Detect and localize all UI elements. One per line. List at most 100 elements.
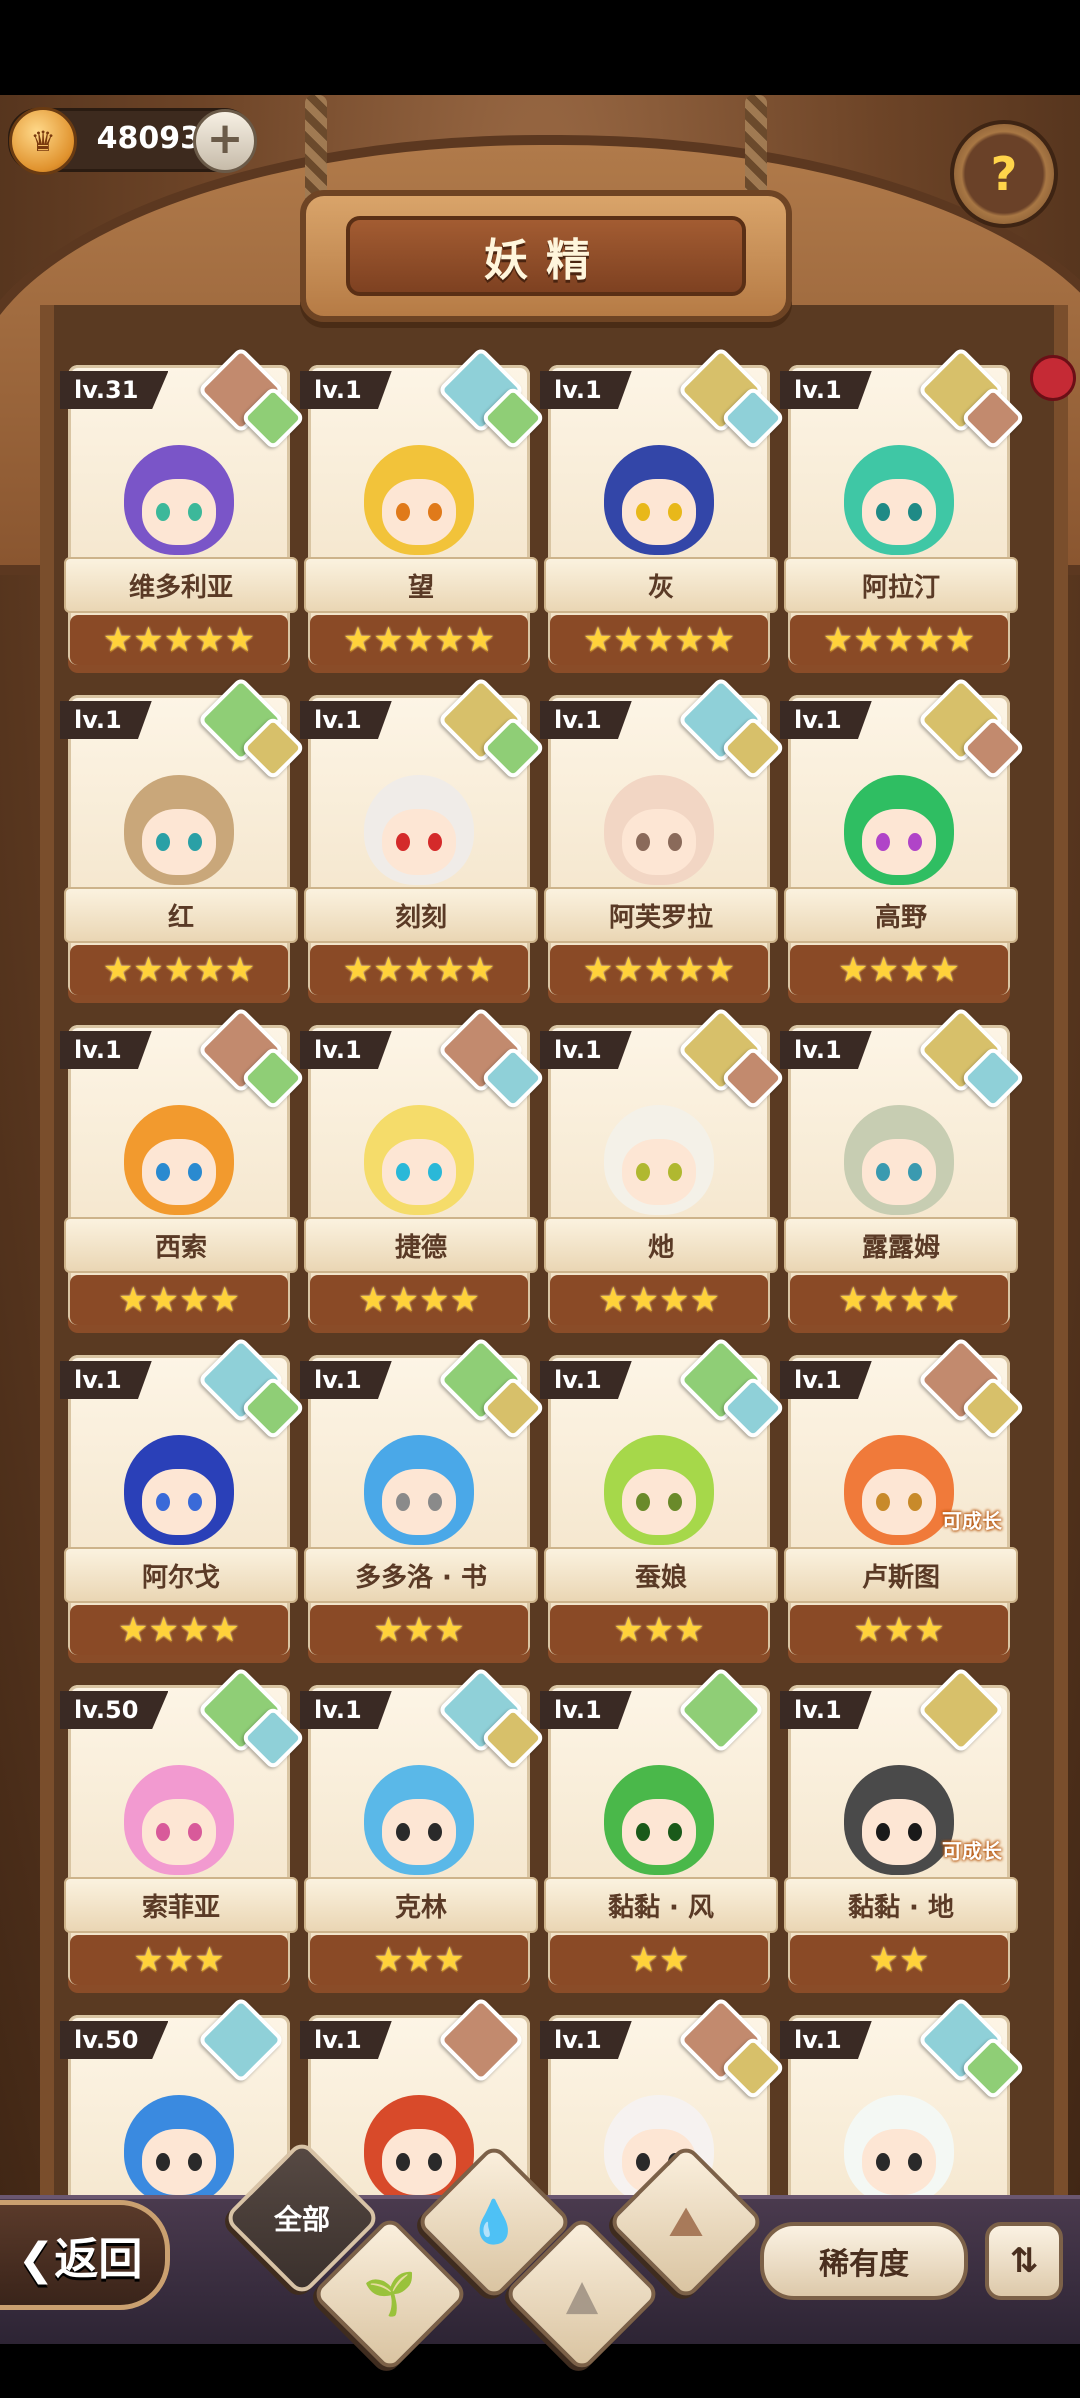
back-button[interactable]: ❮返回 (0, 2200, 170, 2310)
fairy-name: 西索 (64, 1217, 298, 1273)
star-rating: ★★★★ (790, 945, 1008, 995)
star-rating: ★★★★★ (550, 945, 768, 995)
level-badge: lv.1 (540, 1691, 632, 1729)
fairy-card[interactable]: lv.1 可成长 黏黏 · 地 ★★ (780, 1666, 1020, 2005)
fairy-name: 多多洛 · 书 (304, 1547, 538, 1603)
fairy-card[interactable]: lv.1 高野 ★★★★ (780, 676, 1026, 1015)
help-button[interactable]: ? (950, 120, 1058, 228)
fairy-eye (876, 503, 890, 521)
fairy-card[interactable]: lv.1 可成长 卢斯图 ★★★ (780, 1336, 1026, 1675)
level-badge: lv.1 (540, 371, 632, 409)
star-rating: ★★★★ (70, 1275, 288, 1325)
fairy-portrait (82, 1395, 276, 1555)
fairy-hair (124, 1765, 234, 1875)
fairy-card[interactable]: lv.1 黏黏 · 风 ★★ (540, 1666, 780, 2005)
fairy-name: 克林 (304, 1877, 538, 1933)
fairy-eye (156, 1823, 170, 1841)
fairy-hair (604, 775, 714, 885)
fairy-card[interactable]: lv.1 捷德 ★★★★ (300, 1006, 546, 1345)
level-badge: lv.1 (300, 1031, 392, 1069)
fairy-portrait (82, 1725, 276, 1885)
sort-order-button[interactable]: ⇅ (985, 2222, 1063, 2300)
level-badge: lv.50 (60, 2021, 169, 2059)
fairy-card[interactable]: lv.1 阿拉汀 ★★★★★ (780, 346, 1026, 685)
fairy-face (622, 479, 696, 545)
star-rating: ★★★ (70, 1935, 288, 1985)
fairy-eye (668, 833, 682, 851)
fairy-card[interactable]: lv.1 阿尔戈 ★★★★ (60, 1336, 306, 1675)
fairy-card[interactable]: lv.1 阿芙罗拉 ★★★★★ (540, 676, 786, 1015)
fairy-name: 望 (304, 557, 538, 613)
fairy-portrait (802, 735, 996, 895)
level-badge: lv.50 (60, 1691, 169, 1729)
fairy-card[interactable]: lv.1 红 ★★★★★ (60, 676, 306, 1015)
fairy-hair (124, 1105, 234, 1215)
fairy-name: 高野 (784, 887, 1018, 943)
fairy-portrait (82, 405, 276, 565)
fairy-hair (124, 775, 234, 885)
fairy-card[interactable]: lv.50 索菲亚 ★★★ (60, 1666, 306, 2005)
level-badge: lv.1 (540, 1031, 632, 1069)
star-rating: ★★★★ (310, 1275, 528, 1325)
fairy-eye (668, 1163, 682, 1181)
fairy-card[interactable]: lv.1 刻刻 ★★★★★ (300, 676, 546, 1015)
level-badge: lv.1 (60, 1361, 152, 1399)
fairy-card[interactable]: lv.1 露露姆 ★★★★ (780, 1006, 1026, 1345)
fairy-name: 索菲亚 (64, 1877, 298, 1933)
fairy-card[interactable]: lv.1 蚕娘 ★★★ (540, 1336, 786, 1675)
fairy-portrait (82, 2055, 276, 2215)
fairy-hair (124, 1435, 234, 1545)
fairy-eye (156, 1163, 170, 1181)
page-title: 妖精 (346, 216, 746, 296)
add-coins-button[interactable]: + (193, 109, 257, 173)
fairy-card[interactable]: lv.1 西索 ★★★★ (60, 1006, 306, 1345)
fairy-name: 阿尔戈 (64, 1547, 298, 1603)
fairy-hair (124, 2095, 234, 2205)
level-badge: lv.1 (300, 1361, 392, 1399)
growable-tag: 可成长 (942, 1509, 1002, 1533)
fairy-card[interactable]: lv.31 维多利亚 ★★★★★ (60, 346, 306, 685)
fairy-eye (636, 833, 650, 851)
fairy-eye (396, 2153, 410, 2171)
star-rating: ★★★★★ (550, 615, 768, 665)
fairy-portrait (562, 1395, 756, 1555)
star-rating: ★★ (550, 1935, 768, 1985)
level-badge: lv.1 (780, 1031, 872, 1069)
fairy-card[interactable]: lv.1 克林 ★★★ (300, 1666, 546, 2005)
fairy-portrait (562, 405, 756, 565)
fairy-portrait (322, 1065, 516, 1225)
fairy-card[interactable]: lv.1 灰 ★★★★★ (540, 346, 786, 685)
fairy-eye (396, 1493, 410, 1511)
star-rating: ★★★★★ (310, 945, 528, 995)
ladybug-icon (1030, 355, 1076, 401)
star-rating: ★★★★★ (310, 615, 528, 665)
fairy-card[interactable]: lv.1 望 ★★★★★ (300, 346, 546, 685)
fairy-face (862, 2129, 936, 2195)
fairy-eye (156, 833, 170, 851)
help-sprout-icon: ? (990, 147, 1018, 201)
fairy-eye (396, 503, 410, 521)
fairy-card[interactable]: lv.1 灺 ★★★★ (540, 1006, 786, 1345)
rarity-sort-button[interactable]: 稀有度 (760, 2222, 968, 2300)
fairy-eye (396, 1163, 410, 1181)
fairy-face (622, 1469, 696, 1535)
level-badge: lv.1 (780, 1691, 872, 1729)
fairy-eye (156, 1493, 170, 1511)
fairy-face (862, 1799, 936, 1865)
fairy-face (382, 479, 456, 545)
mountain-icon: ▲ (565, 2269, 599, 2319)
level-badge: lv.1 (780, 2021, 872, 2059)
fairy-card[interactable]: lv.1 多多洛 · 书 ★★★ (300, 1336, 546, 1675)
fairy-hair (364, 1435, 474, 1545)
fairy-eye (396, 833, 410, 851)
fairy-eye (908, 833, 922, 851)
fairy-name: 蚕娘 (544, 1547, 778, 1603)
fairy-eye (908, 503, 922, 521)
fairy-eye (428, 503, 442, 521)
fairy-eye (636, 2153, 650, 2171)
fairy-portrait (562, 1725, 756, 1885)
star-rating: ★★ (790, 1935, 1008, 1985)
plus-icon: + (206, 113, 244, 164)
star-rating: ★★★★ (70, 1605, 288, 1655)
fairy-portrait (802, 1065, 996, 1225)
